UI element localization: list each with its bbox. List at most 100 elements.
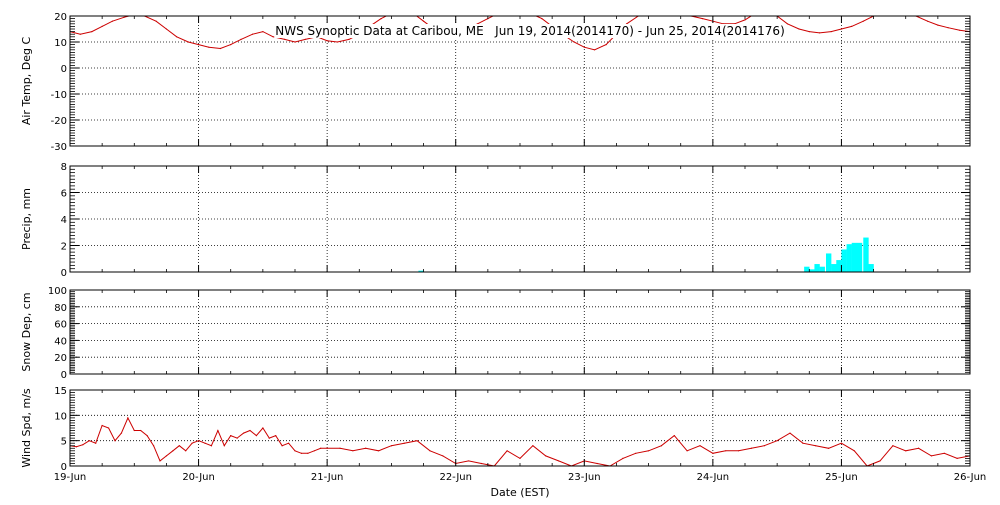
wind-speed-point [750,447,753,449]
precip-y-tick-label: 6 [61,189,67,200]
precip-bar [856,242,863,272]
precip-bar [868,264,874,272]
wind-speed-point [352,450,354,452]
x-tick-label: 22-Jun [439,472,472,483]
chart-root: Date (EST) -30 -20 -10 0 10 20 Air Temp, Deg C… [0,0,1000,500]
wind-speed-point [281,445,283,447]
precip-bar [846,244,852,272]
wind-speed-point [204,442,206,444]
x-tick-label: 24-Jun [697,472,730,483]
x-tick-label: 25-Jun [825,472,858,483]
wind-speed-point [480,462,483,465]
air-temp-point [541,18,543,20]
air-temp-point [348,38,350,41]
wind-speed-point [622,457,624,459]
air-temp-point [284,38,286,41]
wind-speed-point [879,460,881,462]
wind-speed-point [377,450,380,452]
wind-speed-point [262,427,264,429]
air-temp-point [294,41,296,43]
wind-speed-point [294,450,296,452]
air-temp-point [648,10,649,11]
wind-speed-point [307,452,309,454]
air-temp-point [786,23,789,25]
air-temp-point [79,33,81,35]
wind-speed-y-tick-label: 10 [54,411,67,422]
air-temp-point [808,31,810,33]
air-temp-point [401,10,402,11]
x-tick-label: 19-Jun [54,472,87,483]
wind-speed-point [339,447,341,449]
air-temp-point [91,31,93,33]
air-temp-point [101,25,103,27]
wind-speed-point [789,432,791,434]
air-temp-point [530,13,531,14]
wind-speed-point [320,447,322,449]
air-temp-point [744,19,746,21]
wind-speed-panel: 051015Wind Spd, m/s [20,386,971,473]
snow-depth-panel: 0 20 40 60 80 100 Snow Dep, cm [20,286,971,381]
wind-speed-point [853,450,855,452]
wind-speed-y-tick-label: 15 [54,386,67,397]
wind-speed-point [313,450,315,452]
air-temp-point [219,47,222,50]
air-temp-point [766,10,767,11]
precip-panel: 0 2 4 6 8 Precip, mm [20,162,971,279]
precip-y-tick-label: 2 [61,242,67,253]
air-temp-point [862,20,864,22]
air-temp-point [176,36,178,38]
wind-speed-point [107,427,110,429]
wind-speed-point [545,455,547,457]
precip-y-axis-label: Precip, mm [20,188,33,250]
air-temp-point [187,41,189,43]
air-temp-point [251,33,254,35]
air-temp-point [926,20,929,22]
air-temp-point [413,13,414,14]
air-temp-point [851,25,853,27]
wind-speed-point [133,429,135,432]
wind-speed-y-tick-label: 5 [61,437,67,448]
wind-speed-point [114,440,116,442]
wind-speed-point [127,417,129,419]
air-temp-point [111,20,114,22]
wind-speed-point [815,445,817,447]
air-temp-point [134,14,135,15]
precip-bar [804,266,810,272]
air-temp-point [593,49,596,51]
air-temp-y-axis-label: Air Temp, Deg C [20,37,33,126]
wind-speed-point [242,432,245,434]
wind-speed-point [840,442,843,444]
air-temp-point [573,41,575,43]
wind-speed-point [101,424,103,427]
air-temp-y-tick-label: -10 [51,90,67,101]
precip-bar [819,266,825,272]
air-temp-point [830,31,832,33]
wind-speed-point [673,435,675,437]
wind-speed-y-axis-label: Wind Spd, m/s [20,388,33,468]
wind-speed-point [255,435,258,437]
wind-speed-point [178,445,180,447]
wind-speed-point [191,442,193,444]
wind-speed-point [210,445,213,447]
air-temp-point [272,36,274,38]
wind-speed-point [82,444,84,446]
air-temp-point [422,20,425,22]
wind-speed-point [223,445,225,447]
wind-speed-point [519,457,521,459]
air-temp-point [391,13,392,14]
air-temp-point [208,46,210,48]
snow-depth-y-tick-label: 60 [54,320,67,331]
wind-speed-point [892,445,894,447]
wind-speed-point [635,452,637,454]
wind-speed-point [802,442,804,444]
snow-depth-frame [69,289,971,375]
wind-speed-point [930,455,933,457]
precip-bar [841,249,847,272]
air-temp-point [326,40,328,42]
air-temp-point [883,10,884,11]
air-temp-point [895,8,896,9]
wind-speed-point [249,429,251,432]
wind-speed-point [287,442,290,444]
wind-speed-point [326,447,328,449]
air-temp-point [680,13,681,14]
